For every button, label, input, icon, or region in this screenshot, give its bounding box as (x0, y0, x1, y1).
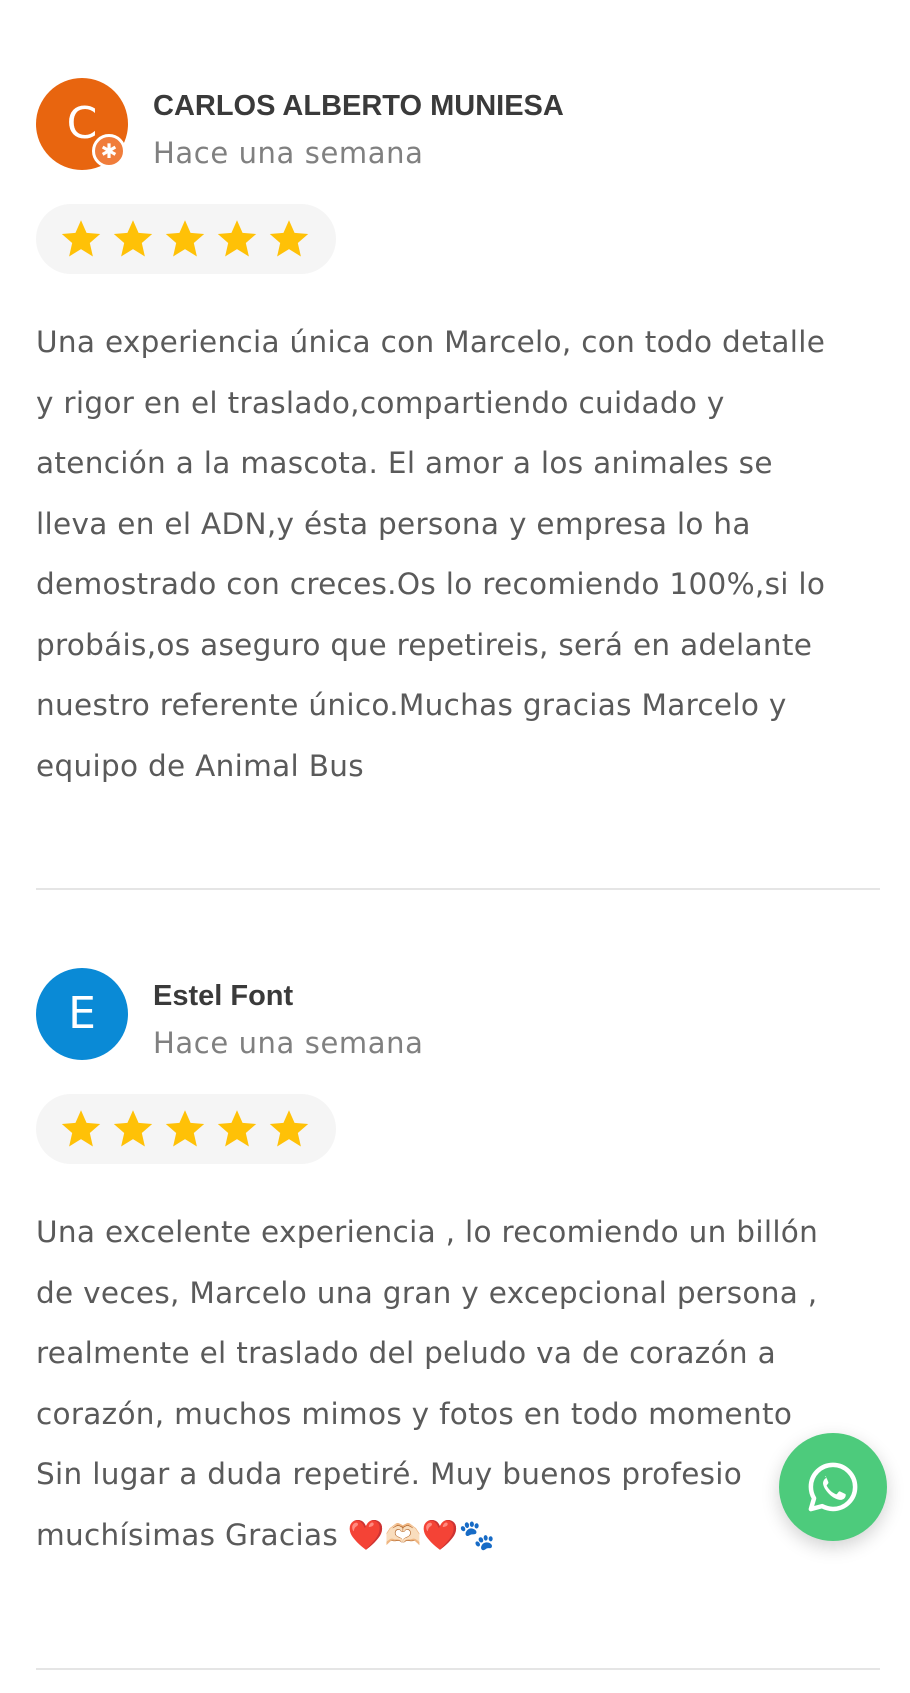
star-icon (61, 220, 101, 257)
star-icon (113, 1110, 153, 1147)
star-icon (165, 220, 205, 257)
star-rating (36, 204, 336, 274)
review-card: E Estel Font Hace una semana Una excelen… (36, 968, 880, 1552)
star-icon (217, 1110, 257, 1147)
star-icon (61, 1110, 101, 1147)
local-guide-badge-icon: ✱ (92, 134, 126, 168)
star-icon (113, 220, 153, 257)
review-header: C ✱ CARLOS ALBERTO MUNIESA Hace una sema… (36, 78, 880, 178)
avatar-letter: E (68, 988, 96, 1039)
review-time: Hace una semana (153, 136, 424, 170)
star-icon (217, 220, 257, 257)
review-text: Una excelente experiencia , lo recomiend… (36, 1215, 819, 1552)
avatar[interactable]: E (36, 968, 128, 1060)
avatar-letter: C (66, 98, 98, 149)
whatsapp-button[interactable] (779, 1433, 887, 1541)
review-header: E Estel Font Hace una semana (36, 968, 880, 1068)
whatsapp-icon (808, 1462, 858, 1512)
review-time: Hace una semana (153, 1026, 424, 1060)
star-icon (269, 1110, 309, 1147)
review-text: Una experiencia única con Marcelo, con t… (36, 325, 826, 783)
reviewer-name[interactable]: CARLOS ALBERTO MUNIESA (153, 90, 564, 123)
star-rating (36, 1094, 336, 1164)
divider (36, 888, 880, 890)
reviewer-name[interactable]: Estel Font (153, 980, 293, 1013)
divider (36, 1668, 880, 1670)
star-icon (269, 220, 309, 257)
star-icon (165, 1110, 205, 1147)
review-card: C ✱ CARLOS ALBERTO MUNIESA Hace una sema… (36, 78, 880, 783)
